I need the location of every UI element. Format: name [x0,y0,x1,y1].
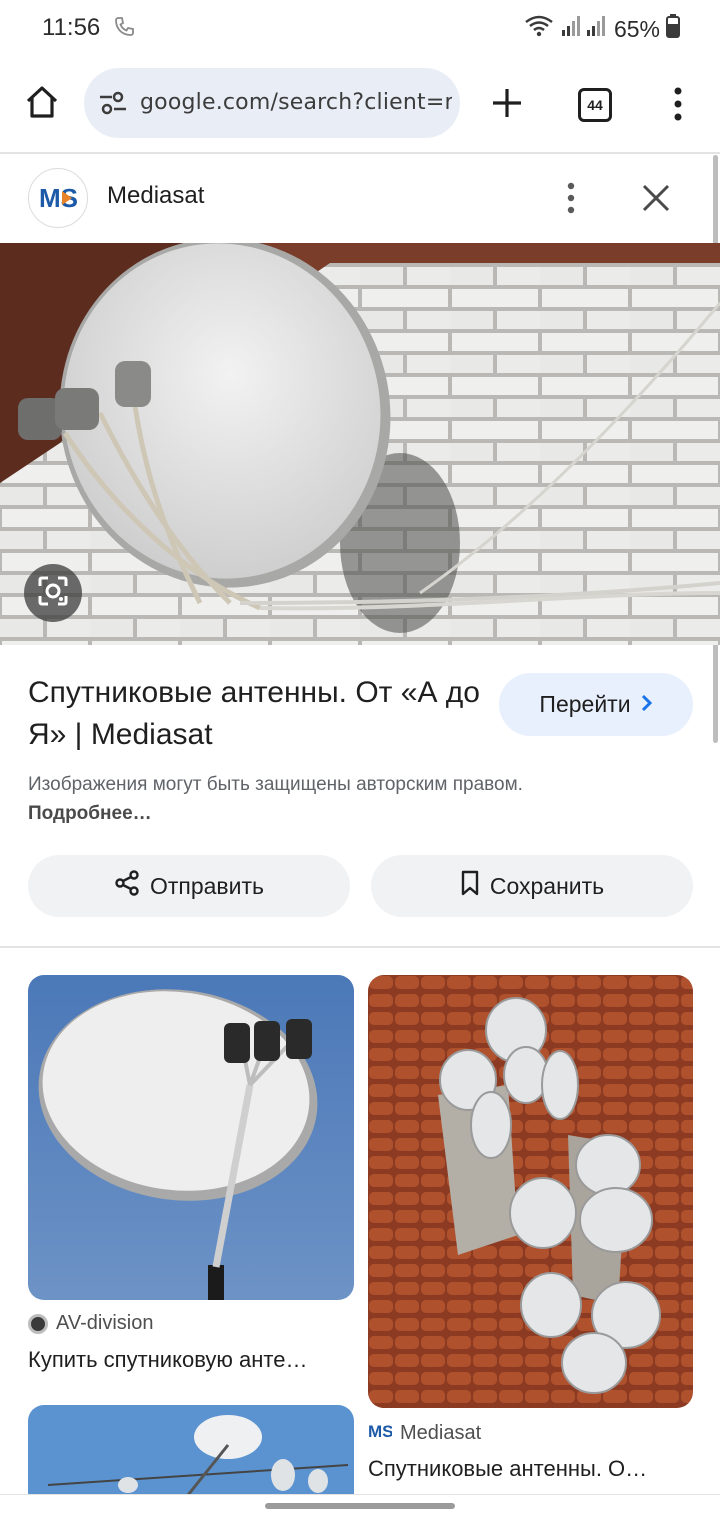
share-button[interactable]: Отправить [28,855,350,917]
signal-icon [560,14,608,44]
source-favicon [28,1313,48,1334]
main-image[interactable] [0,243,720,645]
related-source-name: Mediasat [400,1421,482,1444]
lens-button[interactable] [24,564,82,622]
panel-menu-icon[interactable] [564,181,578,220]
home-icon[interactable] [24,84,60,125]
new-tab-icon[interactable] [490,86,524,125]
battery-icon [666,14,680,44]
svg-text:MS: MS [39,183,78,213]
visit-button-label: Перейти [539,691,631,717]
site-settings-icon[interactable] [98,90,128,121]
svg-text:MS: MS [368,1422,392,1440]
save-label: Сохранить [489,872,605,899]
bookmark-icon [460,870,480,902]
related-source[interactable]: AV-division [28,1312,153,1335]
site-name[interactable]: Mediasat [107,182,204,210]
related-caption[interactable]: Купить спутниковую анте… [28,1347,307,1373]
lens-icon [36,574,70,613]
status-bar: 11:56 65% [0,0,720,56]
share-label: Отправить [149,872,265,899]
copyright-notice: Изображения могут быть защищены авторски… [28,770,588,828]
copyright-text: Изображения могут быть защищены авторски… [28,774,523,795]
site-logo: MS [28,168,88,228]
toolbar-divider [0,152,720,154]
phone-icon [112,14,136,45]
related-image[interactable] [28,975,354,1300]
related-source-name: AV-division [56,1312,154,1334]
related-caption[interactable]: Спутниковые антенны. О… [368,1456,647,1482]
learn-more-link[interactable]: Подробнее… [28,803,152,824]
gesture-bar[interactable] [265,1503,455,1509]
share-icon [114,870,140,902]
visit-button[interactable]: Перейти [499,673,693,736]
chevron-right-icon [641,691,653,718]
section-divider [0,946,720,948]
battery-percent: 65% [613,15,660,42]
related-image[interactable] [28,1405,354,1495]
source-favicon: MS [368,1420,394,1446]
close-icon[interactable] [641,183,671,218]
url-text: google.com/search?client=ms-a [140,90,452,115]
tab-switcher-icon[interactable]: 44 [578,88,612,122]
wifi-icon [524,14,554,44]
overflow-menu-icon[interactable] [670,86,686,127]
status-time: 11:56 [42,14,101,41]
browser-toolbar: google.com/search?client=ms-a 44 [0,56,720,152]
related-image[interactable] [368,975,693,1408]
result-title[interactable]: Спутниковые антенны. От «А до Я» | Media… [28,672,488,756]
nav-divider [0,1494,720,1495]
save-button[interactable]: Сохранить [371,855,693,917]
related-source[interactable]: MS Mediasat [368,1420,481,1446]
address-bar[interactable]: google.com/search?client=ms-a [84,68,460,138]
